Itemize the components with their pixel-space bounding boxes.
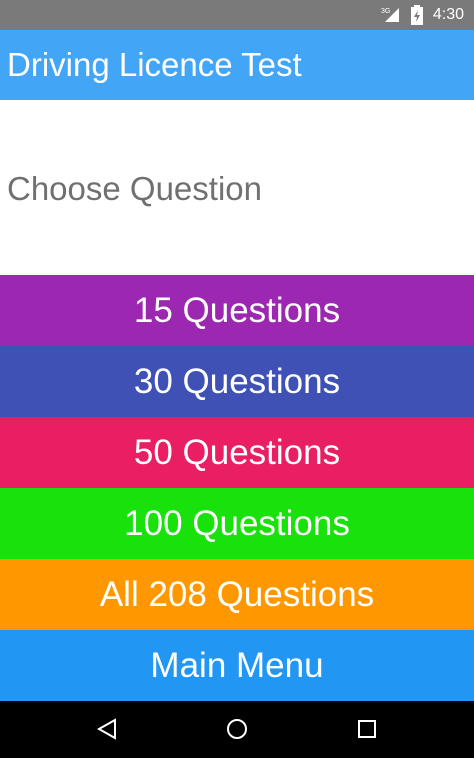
main-menu-button[interactable]: Main Menu <box>0 630 474 701</box>
30-questions-button[interactable]: 30 Questions <box>0 346 474 417</box>
recents-icon[interactable] <box>355 717 379 741</box>
status-bar: 3G 4:30 <box>0 0 474 30</box>
back-icon[interactable] <box>95 717 119 741</box>
home-icon[interactable] <box>225 717 249 741</box>
app-title: Driving Licence Test <box>7 46 302 83</box>
app-bar: Driving Licence Test <box>0 30 474 100</box>
navigation-bar <box>0 701 474 758</box>
page-heading: Choose Question <box>7 170 262 207</box>
15-questions-button[interactable]: 15 Questions <box>0 275 474 346</box>
100-questions-button[interactable]: 100 Questions <box>0 488 474 559</box>
battery-icon <box>410 5 423 25</box>
network-type-label: 3G <box>381 8 390 15</box>
50-questions-button[interactable]: 50 Questions <box>0 417 474 488</box>
status-time: 4:30 <box>432 6 464 23</box>
all-questions-button[interactable]: All 208 Questions <box>0 559 474 630</box>
signal-icon: 3G <box>381 6 401 24</box>
